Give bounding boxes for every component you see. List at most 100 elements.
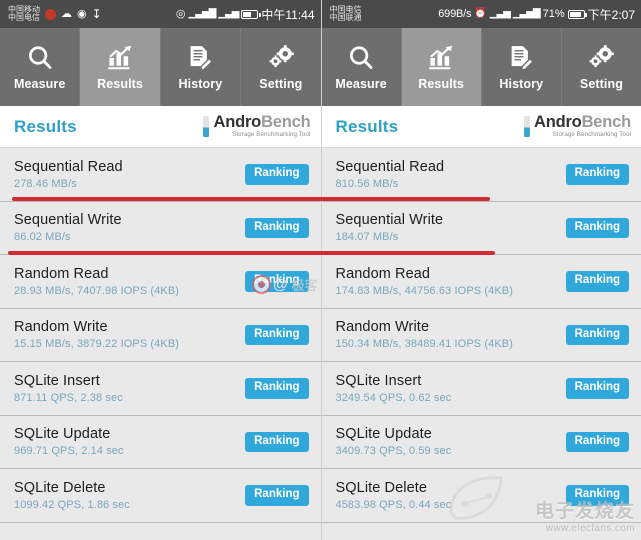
table-row[interactable]: Random Read 174.83 MB/s, 44756.63 IOPS (… xyxy=(321,255,641,309)
status-bar: 中国电信 中国联通 699B/s ⏰ ▁▃▅ ▁▃▅▇ 71% 下午2:07 xyxy=(321,0,641,28)
table-row[interactable]: SQLite Update 969.71 QPS, 2.14 sec Ranki… xyxy=(0,415,321,469)
result-name: Random Write xyxy=(14,319,108,336)
ranking-button[interactable]: Ranking xyxy=(245,164,309,185)
signal-icon: ▁▃▅▇ xyxy=(188,8,217,19)
logo-bar-icon xyxy=(523,115,530,137)
androbench-logo: AndroBench Storage Benchmarking Tool xyxy=(203,113,311,139)
result-value: 184.07 MB/s xyxy=(335,231,399,244)
magnifier-icon xyxy=(25,43,55,73)
tab-history[interactable]: History xyxy=(482,28,562,106)
tab-results[interactable]: Results xyxy=(80,28,161,106)
ranking-button[interactable]: Ranking xyxy=(245,271,309,292)
table-row[interactable]: SQLite Delete 4583.98 QPS, 0.44 sec Rank… xyxy=(321,469,641,523)
logo-tagline: Storage Benchmarking Tool xyxy=(232,131,311,139)
bar-chart-icon xyxy=(105,43,135,73)
ranking-button[interactable]: Ranking xyxy=(565,271,629,292)
battery-icon xyxy=(567,9,588,19)
result-value: 28.93 MB/s, 7407.98 IOPS (4KB) xyxy=(14,284,180,297)
table-row[interactable]: Random Write 150.34 MB/s, 38489.41 IOPS … xyxy=(321,308,641,362)
ranking-button[interactable]: Ranking xyxy=(565,431,629,452)
tab-measure[interactable]: Measure xyxy=(322,28,402,106)
table-row[interactable]: Random Read 28.93 MB/s, 7407.98 IOPS (4K… xyxy=(0,255,321,309)
page-header: Results AndroBench Storage Benchmarking … xyxy=(321,106,641,148)
carrier-line-2: 中国电信 xyxy=(8,13,40,22)
result-name: SQLite Delete xyxy=(335,479,428,496)
logo-bar-icon xyxy=(203,115,210,137)
result-value: 871.11 QPS, 2.38 sec xyxy=(14,391,123,404)
table-row[interactable]: Sequential Write 184.07 MB/s Ranking xyxy=(321,201,641,255)
table-row[interactable]: Sequential Read 278.46 MB/s Ranking xyxy=(0,148,321,202)
gears-icon xyxy=(586,43,616,73)
table-row[interactable]: Random Write 15.15 MB/s, 3879.22 IOPS (4… xyxy=(0,308,321,362)
tab-measure[interactable]: Measure xyxy=(0,28,81,106)
camera-icon: ◉ xyxy=(77,7,87,20)
table-row[interactable]: SQLite Insert 871.11 QPS, 2.38 sec Ranki… xyxy=(0,362,321,416)
table-row[interactable]: SQLite Update 3409.73 QPS, 0.59 sec Rank… xyxy=(321,415,641,469)
result-name: SQLite Insert xyxy=(335,372,422,389)
magnifier-icon xyxy=(346,43,376,73)
result-name: Sequential Read xyxy=(14,158,123,175)
logo-name-primary: Andro xyxy=(213,113,262,132)
document-pen-icon xyxy=(185,43,215,73)
androbench-logo: AndroBench Storage Benchmarking Tool xyxy=(523,113,632,139)
ranking-button[interactable]: Ranking xyxy=(245,431,309,452)
document-pen-icon xyxy=(506,43,536,73)
battery-percent-label: 71% xyxy=(542,8,565,20)
tab-label: Measure xyxy=(335,77,387,91)
ranking-button[interactable]: Ranking xyxy=(565,485,629,506)
ranking-button[interactable]: Ranking xyxy=(565,164,629,185)
carrier-label: 中国电信 中国联通 xyxy=(330,6,362,22)
download-icon: ↧ xyxy=(91,7,102,21)
tab-setting[interactable]: Setting xyxy=(562,28,641,106)
logo-tagline: Storage Benchmarking Tool xyxy=(552,131,631,139)
tab-history[interactable]: History xyxy=(161,28,242,106)
results-list: Sequential Read 278.46 MB/s Ranking Sequ… xyxy=(0,148,321,523)
table-row[interactable]: SQLite Delete 1099.42 QPS, 1.86 sec Rank… xyxy=(0,469,321,523)
result-value: 3409.73 QPS, 0.59 sec xyxy=(335,445,452,458)
network-speed-label: 699B/s xyxy=(438,8,472,20)
result-value: 4583.98 QPS, 0.44 sec xyxy=(335,498,452,511)
result-value: 278.46 MB/s xyxy=(14,177,77,190)
carrier-line-2: 中国联通 xyxy=(329,13,362,22)
logo-name-secondary: Bench xyxy=(581,113,632,132)
ranking-button[interactable]: Ranking xyxy=(565,324,629,345)
androbench-panel-left: 中国移动 中国电信 ☁ ◉ ↧ ◎ ▁▃▅▇ ▁▃▅ 中午11:44 Measu… xyxy=(0,0,321,540)
result-value: 15.15 MB/s, 3879.22 IOPS (4KB) xyxy=(14,338,180,351)
table-row[interactable]: Sequential Write 86.02 MB/s Ranking xyxy=(0,201,321,255)
cloud-icon: ☁ xyxy=(61,7,72,20)
ranking-button[interactable]: Ranking xyxy=(565,217,629,238)
result-value: 174.83 MB/s, 44756.63 IOPS (4KB) xyxy=(335,284,513,297)
tab-label: History xyxy=(178,77,223,91)
result-name: Random Read xyxy=(335,265,431,282)
signal2-icon: ▁▃▅▇ xyxy=(512,8,541,19)
ranking-button[interactable]: Ranking xyxy=(245,324,309,345)
result-value: 1099.42 QPS, 1.86 sec xyxy=(14,498,130,511)
record-icon xyxy=(45,8,56,20)
gears-icon xyxy=(266,43,296,73)
tab-label: Setting xyxy=(259,77,303,91)
result-name: Sequential Read xyxy=(335,158,445,175)
tab-setting[interactable]: Setting xyxy=(241,28,320,106)
result-name: SQLite Delete xyxy=(14,479,106,496)
page-title: Results xyxy=(14,116,77,136)
status-bar: 中国移动 中国电信 ☁ ◉ ↧ ◎ ▁▃▅▇ ▁▃▅ 中午11:44 xyxy=(0,0,321,28)
alarm-icon: ⏰ xyxy=(474,8,487,19)
ranking-button[interactable]: Ranking xyxy=(565,378,629,399)
tab-results[interactable]: Results xyxy=(401,28,482,106)
result-name: SQLite Insert xyxy=(14,372,100,389)
result-name: Random Read xyxy=(14,265,109,282)
result-value: 86.02 MB/s xyxy=(14,231,71,244)
ranking-button[interactable]: Ranking xyxy=(245,378,309,399)
table-row[interactable]: Sequential Read 810.56 MB/s Ranking xyxy=(321,148,641,202)
carrier-label: 中国移动 中国电信 xyxy=(8,6,40,22)
page-title: Results xyxy=(335,116,399,136)
result-name: Sequential Write xyxy=(335,212,444,229)
table-row[interactable]: SQLite Insert 3249.54 QPS, 0.62 sec Rank… xyxy=(321,362,641,416)
ranking-button[interactable]: Ranking xyxy=(245,217,309,238)
tab-label: Measure xyxy=(13,77,66,91)
ranking-button[interactable]: Ranking xyxy=(245,485,309,506)
tab-label: Setting xyxy=(579,77,623,91)
logo-name-primary: Andro xyxy=(533,113,582,132)
tab-bar: Measure Results History Setting xyxy=(0,28,321,106)
tab-bar: Measure Results History Setting xyxy=(321,28,641,106)
